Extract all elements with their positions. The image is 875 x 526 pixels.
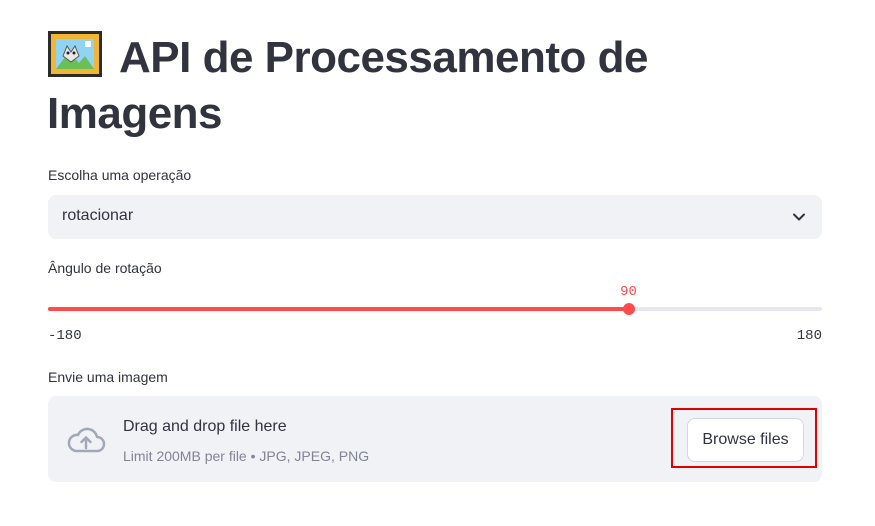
rotation-label: Ângulo de rotação <box>48 260 162 276</box>
app-page: API de Processamento de Imagens Escolha … <box>0 0 875 526</box>
slider-max-label: 180 <box>796 328 822 344</box>
upload-label: Envie uma imagem <box>48 369 168 385</box>
rotation-slider-thumb[interactable] <box>622 303 635 315</box>
framed-picture-icon <box>47 30 103 78</box>
rotation-slider-track[interactable] <box>48 307 822 311</box>
cloud-upload-icon <box>67 427 106 453</box>
operation-select[interactable]: rotacionar <box>48 195 822 239</box>
dropzone-title: Drag and drop file here <box>123 418 287 435</box>
rotation-slider-fill <box>48 307 629 311</box>
page-title: API de Processamento de Imagens <box>47 30 827 142</box>
title-text: API de Processamento de Imagens <box>47 33 648 138</box>
operation-label: Escolha uma operação <box>48 167 192 183</box>
browse-files-button[interactable]: Browse files <box>687 418 804 462</box>
slider-min-label: -180 <box>48 328 82 344</box>
slider-current-value: 90 <box>620 284 637 300</box>
operation-selected-value: rotacionar <box>62 207 134 224</box>
chevron-down-icon <box>793 213 805 221</box>
dropzone-limit-text: Limit 200MB per file • JPG, JPEG, PNG <box>123 448 370 464</box>
